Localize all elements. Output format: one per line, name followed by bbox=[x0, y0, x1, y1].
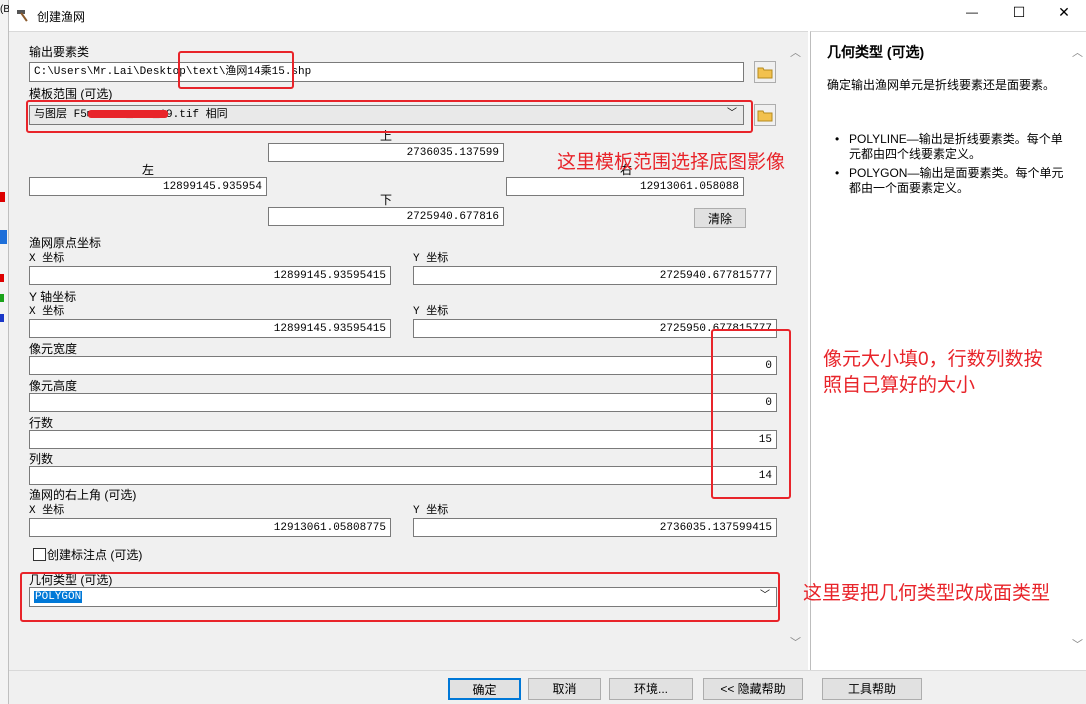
corner-label: 渔网的右上角 (可选) bbox=[29, 488, 137, 502]
cell-height-label: 像元高度 bbox=[29, 379, 78, 393]
corner-y-field[interactable]: 2736035.137599415 bbox=[413, 518, 777, 537]
scroll-up-icon[interactable]: ︿ bbox=[790, 44, 801, 60]
left-edge-swatch-blue bbox=[0, 230, 7, 244]
annotation-cell-note-1: 像元大小填0，行数列数按 bbox=[823, 349, 1043, 370]
template-label: 模板范围 (可选) bbox=[29, 87, 113, 101]
corner-x-field[interactable]: 12913061.05808775 bbox=[29, 518, 391, 537]
scroll-up-icon[interactable]: ︿ bbox=[1072, 44, 1083, 60]
cols-label: 列数 bbox=[29, 452, 54, 466]
left-edge-swatch-red bbox=[0, 192, 5, 202]
cancel-button[interactable]: 取消 bbox=[528, 678, 601, 700]
yaxis-x-field[interactable]: 12899145.93595415 bbox=[29, 319, 391, 338]
close-button[interactable]: ✕ bbox=[1049, 4, 1079, 21]
minimize-button[interactable]: — bbox=[957, 5, 987, 19]
extent-left-field[interactable]: 12899145.935954 bbox=[29, 177, 267, 196]
annotation-template-note: 这里模板范围选择底图影像 bbox=[557, 152, 786, 173]
rows-label: 行数 bbox=[29, 416, 54, 430]
output-browse-button[interactable] bbox=[754, 61, 776, 83]
corner-y-label: Y 坐标 bbox=[413, 505, 449, 517]
origin-y-label: Y 坐标 bbox=[413, 253, 449, 265]
label-points-checkbox[interactable] bbox=[33, 548, 46, 561]
annotation-box-cells bbox=[711, 329, 791, 499]
help-scrollbar[interactable]: ︿ ﹀ bbox=[1069, 32, 1086, 660]
extent-left-label: 左 bbox=[142, 163, 155, 177]
extent-top-field[interactable]: 2736035.137599 bbox=[268, 143, 504, 162]
bullet-dot: • bbox=[835, 166, 840, 180]
ok-button[interactable]: 确定 bbox=[448, 678, 521, 700]
help-bullet: • POLYGON—输出是面要素类。每个单元都由一个面要素定义。 bbox=[835, 166, 1071, 196]
yaxis-label: Y 轴坐标 bbox=[29, 290, 77, 304]
cell-height-field[interactable]: 0 bbox=[29, 393, 777, 412]
origin-y-field[interactable]: 2725940.677815777 bbox=[413, 266, 777, 285]
environments-button[interactable]: 环境... bbox=[609, 678, 693, 700]
rows-field[interactable]: 15 bbox=[29, 430, 777, 449]
background-app-strip: (B bbox=[0, 0, 10, 704]
folder-icon bbox=[757, 108, 773, 125]
extent-bottom-field[interactable]: 2725940.677816 bbox=[268, 207, 504, 226]
help-bullet-text: POLYGON—输出是面要素类。每个单元都由一个面要素定义。 bbox=[849, 166, 1064, 195]
corner-x-label: X 坐标 bbox=[29, 505, 65, 517]
template-browse-button[interactable] bbox=[754, 104, 776, 126]
tool-help-button[interactable]: 工具帮助 bbox=[822, 678, 922, 700]
cols-field[interactable]: 14 bbox=[29, 466, 777, 485]
output-label: 输出要素类 bbox=[29, 45, 90, 59]
left-edge-swatch-green bbox=[0, 294, 4, 302]
help-bullet-text: POLYLINE—输出是折线要素类。每个单元都由四个线要素定义。 bbox=[849, 132, 1063, 161]
left-edge-swatch-blue2 bbox=[0, 314, 4, 322]
scroll-down-icon[interactable]: ﹀ bbox=[790, 634, 801, 650]
yaxis-x-label: X 坐标 bbox=[29, 306, 65, 318]
cell-width-field[interactable]: 0 bbox=[29, 356, 777, 375]
origin-x-label: X 坐标 bbox=[29, 253, 65, 265]
label-points-label: 创建标注点 (可选) bbox=[47, 548, 143, 562]
annotation-box-template bbox=[26, 100, 753, 133]
origin-x-field[interactable]: 12899145.93595415 bbox=[29, 266, 391, 285]
annotation-cell-note-2: 照自己算好的大小 bbox=[823, 375, 976, 396]
origin-label: 渔网原点坐标 bbox=[29, 236, 102, 250]
extent-right-field[interactable]: 12913061.058088 bbox=[506, 177, 744, 196]
folder-icon bbox=[757, 65, 773, 82]
annotation-box-output bbox=[178, 51, 294, 89]
annotation-box-geometry bbox=[20, 572, 780, 622]
help-intro: 确定输出渔网单元是折线要素还是面要素。 bbox=[827, 78, 1056, 92]
cell-width-label: 像元宽度 bbox=[29, 342, 78, 356]
output-field[interactable]: C:\Users\Mr.Lai\Desktop\text\渔网14乘15.shp bbox=[29, 62, 744, 82]
help-bullet: • POLYLINE—输出是折线要素类。每个单元都由四个线要素定义。 bbox=[835, 132, 1071, 162]
title-bar: 创建渔网 — ☐ ✕ bbox=[9, 0, 1086, 31]
hammer-icon bbox=[15, 7, 31, 23]
bullet-dot: • bbox=[835, 132, 840, 146]
yaxis-y-label: Y 坐标 bbox=[413, 306, 449, 318]
annotation-geometry-note: 这里要把几何类型改成面类型 bbox=[803, 583, 1051, 604]
left-edge-swatch-red2 bbox=[0, 274, 4, 282]
scroll-down-icon[interactable]: ﹀ bbox=[1072, 636, 1083, 652]
maximize-button[interactable]: ☐ bbox=[1004, 4, 1034, 21]
help-title: 几何类型 (可选) bbox=[827, 44, 925, 60]
clear-extent-button[interactable]: 清除 bbox=[694, 208, 746, 228]
hide-help-button[interactable]: << 隐藏帮助 bbox=[703, 678, 803, 700]
window-title: 创建渔网 bbox=[37, 10, 86, 24]
extent-bottom-label: 下 bbox=[380, 193, 393, 207]
